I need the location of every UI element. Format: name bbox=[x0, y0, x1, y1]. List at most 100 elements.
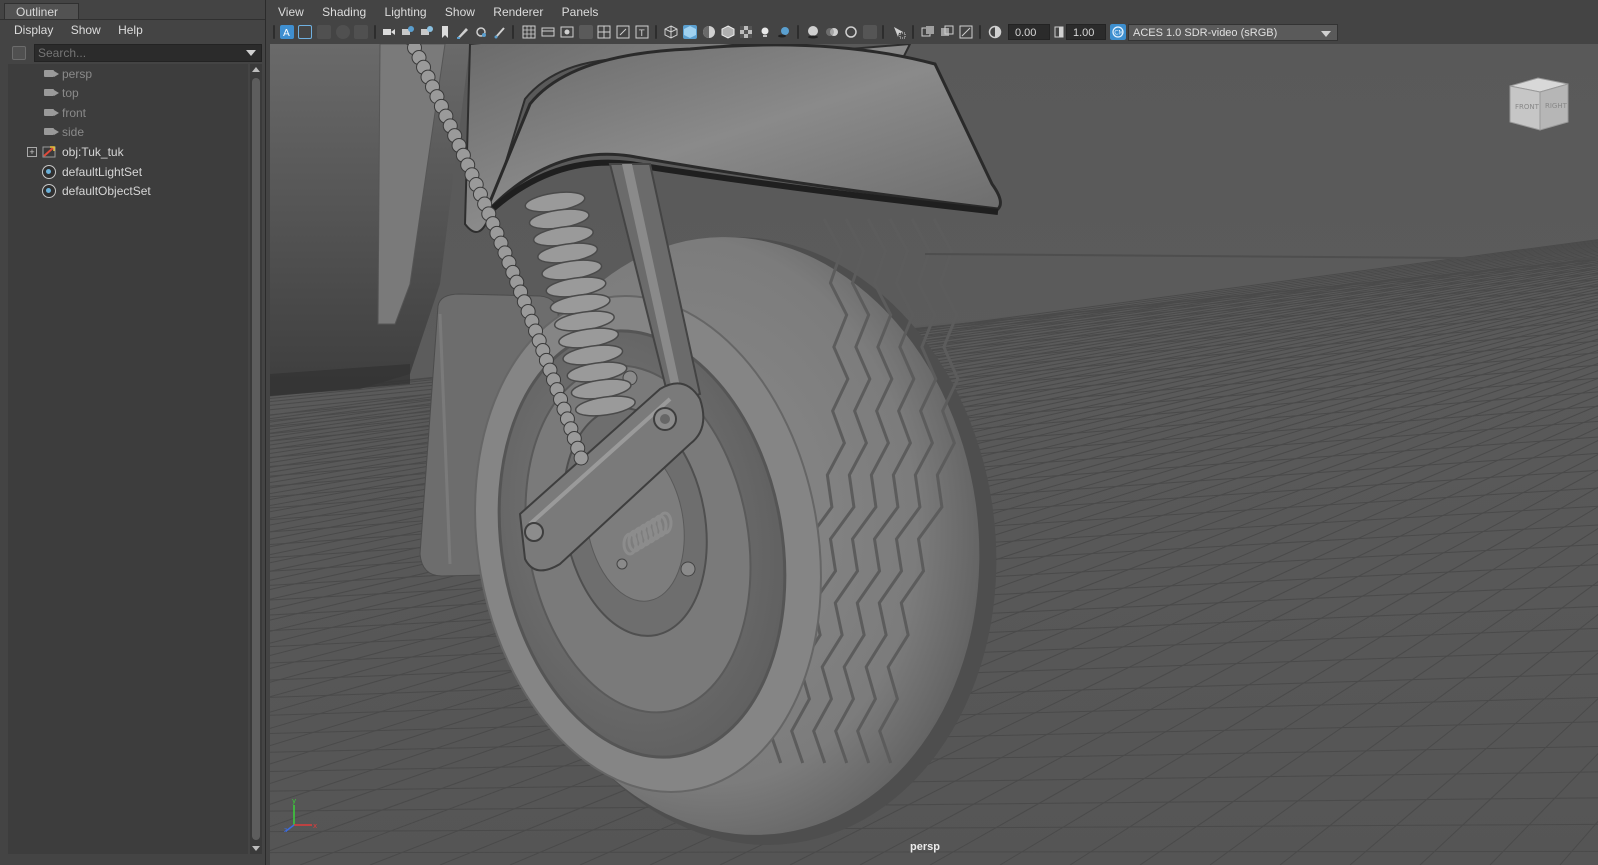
safe-title-icon[interactable]: T bbox=[635, 25, 649, 39]
camera-icon bbox=[44, 70, 59, 77]
outliner-tree: persp top front side + obj:Tuk_tuk defau… bbox=[8, 64, 248, 854]
camera-attributes-icon[interactable] bbox=[298, 25, 312, 39]
menu-lighting[interactable]: Lighting bbox=[385, 3, 427, 21]
menu-view[interactable]: View bbox=[278, 3, 304, 21]
outliner-menubar: Display Show Help bbox=[0, 19, 265, 42]
outliner-scrollbar[interactable] bbox=[250, 64, 262, 854]
toolbar-separator bbox=[979, 25, 981, 39]
expand-icon[interactable]: + bbox=[27, 147, 37, 157]
isolate-select-icon[interactable] bbox=[892, 25, 906, 39]
scroll-up-icon[interactable] bbox=[252, 67, 260, 72]
svg-text:y: y bbox=[292, 797, 296, 805]
scroll-thumb[interactable] bbox=[252, 78, 260, 840]
select-camera-icon[interactable]: A bbox=[280, 25, 294, 39]
gate-mask-icon[interactable] bbox=[579, 25, 593, 39]
menu-renderer[interactable]: Renderer bbox=[493, 3, 543, 21]
menu-shading[interactable]: Shading bbox=[322, 3, 366, 21]
default-material-icon[interactable] bbox=[702, 25, 716, 39]
transform-icon bbox=[42, 146, 56, 158]
gamma-field[interactable]: 1.00 bbox=[1066, 24, 1106, 40]
tree-item-label: top bbox=[62, 86, 79, 100]
film-gate-icon[interactable] bbox=[401, 25, 415, 39]
svg-text:x: x bbox=[313, 822, 317, 830]
tree-item-tuk-tuk[interactable]: + obj:Tuk_tuk bbox=[8, 142, 244, 162]
tree-item-label: defaultLightSet bbox=[62, 165, 143, 179]
toolbar-separator bbox=[882, 25, 884, 39]
toolbar-separator bbox=[655, 25, 657, 39]
chevron-down-icon bbox=[1321, 31, 1331, 37]
paint-brush-icon[interactable] bbox=[493, 25, 507, 39]
outliner-title-tab[interactable]: Outliner bbox=[4, 3, 79, 20]
shadows-icon[interactable] bbox=[777, 25, 791, 39]
bookmarks-icon[interactable] bbox=[317, 25, 331, 39]
tree-item-label: persp bbox=[62, 67, 93, 81]
toolbar-separator bbox=[273, 25, 275, 39]
tree-item-side[interactable]: side bbox=[8, 122, 244, 142]
grid-icon[interactable] bbox=[522, 25, 536, 39]
tree-item-default-object-set[interactable]: defaultObjectSet bbox=[8, 181, 244, 201]
camera-icon bbox=[44, 89, 59, 96]
pan-zoom-icon[interactable] bbox=[474, 25, 488, 39]
xray-active-components-icon[interactable] bbox=[940, 25, 954, 39]
field-chart-icon[interactable] bbox=[597, 25, 611, 39]
tree-item-front[interactable]: front bbox=[8, 103, 244, 123]
image-plane-icon[interactable] bbox=[336, 25, 350, 39]
tree-item-label: side bbox=[62, 125, 85, 139]
filter-icon[interactable] bbox=[12, 46, 26, 60]
multisample-aa-icon[interactable] bbox=[844, 25, 858, 39]
model-panel: View Shading Lighting Show Renderer Pane… bbox=[270, 0, 1598, 865]
motion-blur-icon[interactable] bbox=[825, 25, 839, 39]
tree-item-label: defaultObjectSet bbox=[62, 184, 151, 198]
search-input[interactable] bbox=[34, 44, 262, 62]
axis-gizmo-icon: y x z bbox=[284, 797, 317, 834]
svg-text:T: T bbox=[638, 29, 645, 39]
menu-show[interactable]: Show bbox=[445, 3, 475, 21]
tree-item-default-light-set[interactable]: defaultLightSet bbox=[8, 162, 244, 182]
film-gate-toggle-icon[interactable] bbox=[541, 25, 555, 39]
exposure-field[interactable]: 0.00 bbox=[1008, 24, 1050, 40]
resolution-gate-toggle-icon[interactable] bbox=[560, 25, 574, 39]
scroll-down-icon[interactable] bbox=[252, 846, 260, 851]
exposure-icon[interactable] bbox=[988, 25, 1002, 39]
panel-toolbar: A T 0.00 1.00 CM ACES 1.0 SDR-video (sRG… bbox=[270, 22, 1598, 42]
tree-item-persp[interactable]: persp bbox=[8, 64, 244, 84]
svg-text:A: A bbox=[283, 28, 290, 39]
wireframe-on-shaded-icon[interactable] bbox=[721, 25, 735, 39]
xray-icon[interactable] bbox=[921, 25, 935, 39]
depth-of-field-icon[interactable] bbox=[863, 25, 877, 39]
viewcube-front-label: FRONT bbox=[1515, 103, 1540, 111]
xray-joints-icon[interactable] bbox=[959, 25, 973, 39]
grease-pencil-icon[interactable] bbox=[456, 25, 470, 39]
menu-show[interactable]: Show bbox=[71, 20, 101, 41]
safe-action-icon[interactable] bbox=[616, 25, 630, 39]
gamma-icon[interactable] bbox=[1052, 25, 1066, 39]
menu-panels[interactable]: Panels bbox=[562, 3, 599, 21]
camera-name-label: persp bbox=[910, 841, 940, 853]
tree-item-top[interactable]: top bbox=[8, 83, 244, 103]
resolution-gate-icon[interactable] bbox=[420, 25, 434, 39]
2d-pan-zoom-icon[interactable] bbox=[354, 25, 368, 39]
menu-help[interactable]: Help bbox=[118, 20, 143, 41]
view-transform-dropdown[interactable]: ACES 1.0 SDR-video (sRGB) bbox=[1128, 24, 1338, 41]
textured-icon[interactable] bbox=[739, 25, 753, 39]
color-management-icon[interactable]: CM bbox=[1110, 24, 1126, 40]
toolbar-separator bbox=[797, 25, 799, 39]
menu-display[interactable]: Display bbox=[14, 20, 53, 41]
svg-text:CM: CM bbox=[1114, 30, 1123, 37]
toolbar-separator bbox=[912, 25, 914, 39]
tree-item-label: obj:Tuk_tuk bbox=[62, 145, 124, 159]
viewcube-icon[interactable]: FRONT RIGHT bbox=[1506, 76, 1570, 132]
use-all-lights-icon[interactable] bbox=[758, 25, 772, 39]
3d-viewport[interactable]: FRONT RIGHT y x z persp bbox=[270, 44, 1598, 865]
search-options-chevron-down-icon[interactable] bbox=[246, 50, 256, 56]
bookmark-icon[interactable] bbox=[438, 25, 452, 39]
toolbar-separator bbox=[512, 25, 514, 39]
camera-icon bbox=[44, 109, 59, 116]
tree-item-label: front bbox=[62, 106, 87, 120]
camera-icon[interactable] bbox=[382, 25, 396, 39]
screen-space-ao-icon[interactable] bbox=[806, 25, 820, 39]
set-icon bbox=[42, 165, 56, 179]
wireframe-icon[interactable] bbox=[664, 25, 678, 39]
viewport-scene bbox=[270, 44, 1598, 865]
smooth-shade-icon[interactable] bbox=[683, 25, 697, 39]
